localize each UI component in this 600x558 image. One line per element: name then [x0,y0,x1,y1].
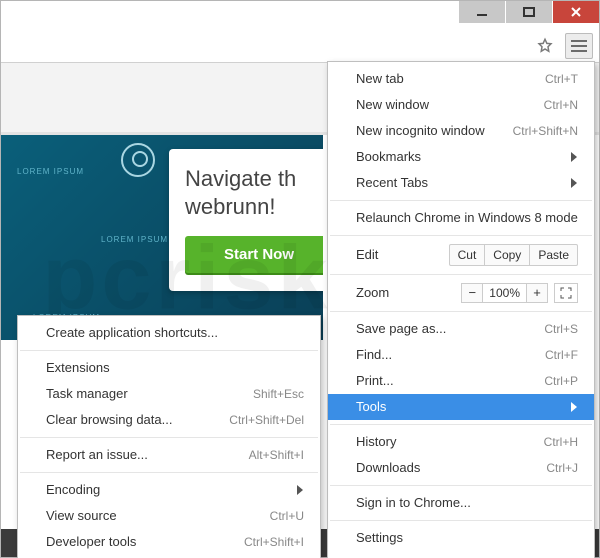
submenu-task-manager[interactable]: Task managerShift+Esc [18,381,320,407]
browser-window: Uninstall LOREM IPSUM LOREM IPSUM LOREM … [0,0,600,558]
edit-paste-button[interactable]: Paste [530,244,578,266]
submenu-encoding[interactable]: Encoding [18,477,320,503]
submenu-developer-tools[interactable]: Developer toolsCtrl+Shift+I [18,529,320,555]
submenu-arrow-icon [570,152,578,162]
menu-separator [330,235,592,236]
menu-tools[interactable]: Tools [328,394,594,420]
menu-separator [20,350,318,351]
menu-relaunch-win8[interactable]: Relaunch Chrome in Windows 8 mode [328,205,594,231]
tools-submenu: Create application shortcuts... Extensio… [17,315,321,558]
menu-incognito[interactable]: New incognito windowCtrl+Shift+N [328,118,594,144]
zoom-out-button[interactable]: − [461,283,483,303]
menu-bookmarks[interactable]: Bookmarks [328,144,594,170]
bookmark-star-icon[interactable] [531,33,559,59]
menu-separator [330,274,592,275]
window-minimize-button[interactable] [459,1,505,23]
menu-history[interactable]: HistoryCtrl+H [328,429,594,455]
submenu-create-shortcuts[interactable]: Create application shortcuts... [18,320,320,346]
menu-separator [330,200,592,201]
edit-cut-button[interactable]: Cut [449,244,486,266]
menu-separator [330,311,592,312]
chrome-main-menu: New tabCtrl+T New windowCtrl+N New incog… [327,61,595,558]
menu-about[interactable]: About Google Chrome [328,551,594,558]
decorative-text: LOREM IPSUM [101,235,168,244]
decorative-text: LOREM IPSUM [17,167,84,176]
menu-separator [330,424,592,425]
hero-banner: LOREM IPSUM LOREM IPSUM LOREM IPSUM Navi… [1,135,323,340]
submenu-report-issue[interactable]: Report an issue...Alt+Shift+I [18,442,320,468]
window-titlebar [1,1,599,29]
browser-toolbar [1,29,599,63]
menu-print[interactable]: Print...Ctrl+P [328,368,594,394]
window-close-button[interactable] [553,1,599,23]
menu-save-page[interactable]: Save page as...Ctrl+S [328,316,594,342]
hero-headline: Navigate thwebrunn! [185,165,323,220]
submenu-arrow-icon [570,402,578,412]
person-icon [121,143,155,177]
submenu-extensions[interactable]: Extensions [18,355,320,381]
submenu-view-source[interactable]: View sourceCtrl+U [18,503,320,529]
submenu-clear-data[interactable]: Clear browsing data...Ctrl+Shift+Del [18,407,320,433]
menu-separator [330,485,592,486]
menu-new-window[interactable]: New windowCtrl+N [328,92,594,118]
chrome-menu-button[interactable] [565,33,593,59]
zoom-value: 100% [483,283,526,303]
menu-separator [20,437,318,438]
window-maximize-button[interactable] [506,1,552,23]
menu-separator [330,520,592,521]
menu-edit-row: Edit Cut Copy Paste [328,240,594,270]
menu-recent-tabs[interactable]: Recent Tabs [328,170,594,196]
menu-zoom-row: Zoom − 100% + [328,279,594,307]
hero-card: Navigate thwebrunn! Start Now [169,149,323,291]
edit-copy-button[interactable]: Copy [485,244,530,266]
submenu-arrow-icon [570,178,578,188]
menu-new-tab[interactable]: New tabCtrl+T [328,66,594,92]
zoom-in-button[interactable]: + [526,283,548,303]
menu-downloads[interactable]: DownloadsCtrl+J [328,455,594,481]
menu-settings[interactable]: Settings [328,525,594,551]
submenu-arrow-icon [296,485,304,495]
start-now-button[interactable]: Start Now [185,236,323,273]
fullscreen-button[interactable] [554,283,578,303]
menu-find[interactable]: Find...Ctrl+F [328,342,594,368]
menu-separator [20,472,318,473]
menu-signin[interactable]: Sign in to Chrome... [328,490,594,516]
